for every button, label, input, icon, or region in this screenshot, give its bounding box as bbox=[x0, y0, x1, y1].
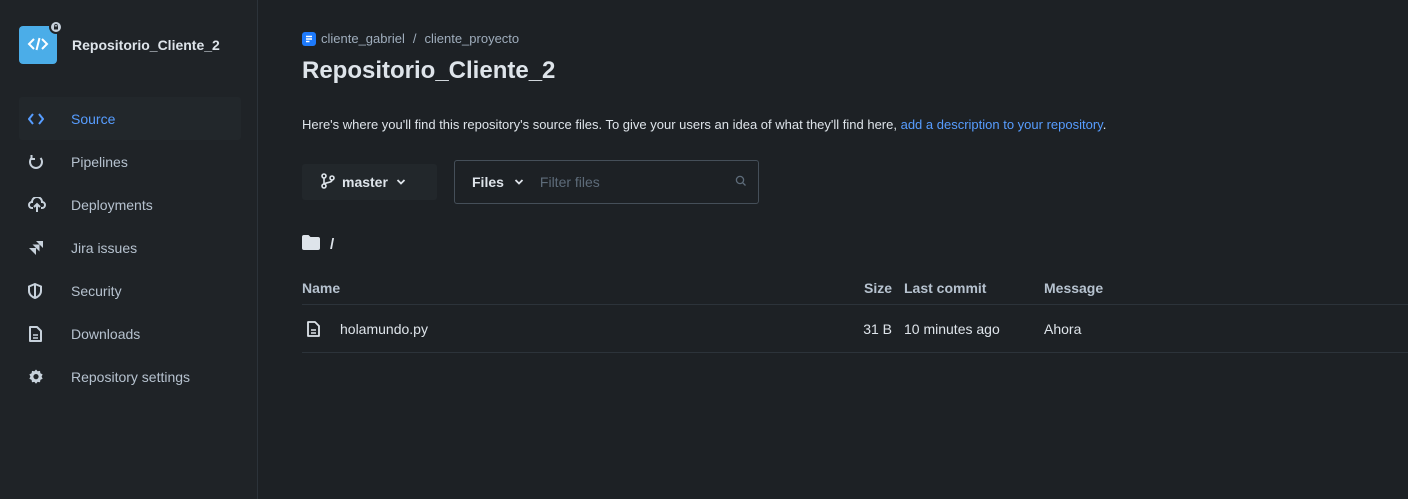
repo-name[interactable]: Repositorio_Cliente_2 bbox=[72, 37, 220, 53]
repo-header[interactable]: Repositorio_Cliente_2 bbox=[19, 20, 220, 64]
column-header-name[interactable]: Name bbox=[302, 280, 842, 296]
column-header-last-commit[interactable]: Last commit bbox=[904, 280, 1044, 296]
current-path[interactable]: / bbox=[330, 236, 334, 253]
sidebar-item-deployments[interactable]: Deployments bbox=[19, 183, 241, 226]
sidebar-item-label: Pipelines bbox=[71, 153, 128, 170]
project-icon bbox=[302, 31, 316, 46]
table-header: Name Size Last commit Message bbox=[302, 271, 1408, 305]
sidebar-item-label: Source bbox=[71, 110, 116, 127]
chevron-down-icon bbox=[396, 179, 406, 185]
file-icon bbox=[306, 320, 320, 337]
file-size: 31 B bbox=[863, 320, 892, 337]
shield-icon bbox=[19, 282, 51, 299]
code-brackets-icon bbox=[27, 37, 49, 54]
search-icon[interactable] bbox=[735, 175, 747, 187]
repo-description: Here's where you'll find this repository… bbox=[302, 117, 1106, 132]
file-table: Name Size Last commit Message holamundo.… bbox=[302, 271, 1408, 353]
code-icon bbox=[19, 112, 51, 125]
file-filter: Files bbox=[454, 160, 759, 204]
sidebar-item-repository-settings[interactable]: Repository settings bbox=[19, 355, 241, 398]
file-last-commit: 10 minutes ago bbox=[904, 320, 1000, 337]
sidebar: Repositorio_Cliente_2 Source Pipelines D… bbox=[0, 0, 258, 499]
gear-icon bbox=[19, 369, 51, 385]
sidebar-item-security[interactable]: Security bbox=[19, 269, 241, 312]
files-dropdown[interactable]: Files bbox=[455, 174, 524, 190]
breadcrumb-workspace-link[interactable]: cliente_gabriel bbox=[321, 31, 405, 46]
column-header-message[interactable]: Message bbox=[1044, 280, 1408, 296]
file-commit-message: Ahora bbox=[1044, 320, 1082, 337]
file-name-cell: holamundo.py bbox=[302, 321, 842, 337]
cloud-upload-icon bbox=[19, 196, 51, 213]
sidebar-item-label: Jira issues bbox=[71, 239, 138, 256]
jira-icon bbox=[19, 240, 51, 256]
add-description-link[interactable]: add a description to your repository bbox=[901, 117, 1103, 132]
sidebar-item-jira-issues[interactable]: Jira issues bbox=[19, 226, 241, 269]
chevron-down-icon bbox=[514, 179, 524, 185]
pipelines-icon bbox=[19, 154, 51, 170]
table-row[interactable]: holamundo.py 31 B 10 minutes ago Ahora bbox=[302, 305, 1408, 353]
sidebar-item-downloads[interactable]: Downloads bbox=[19, 312, 241, 355]
description-end: . bbox=[1102, 117, 1107, 132]
branch-icon bbox=[320, 172, 336, 192]
filter-files-input[interactable] bbox=[537, 173, 712, 191]
repo-avatar[interactable] bbox=[19, 20, 63, 64]
breadcrumb: cliente_gabriel / cliente_proyecto bbox=[302, 31, 519, 46]
sidebar-nav: Source Pipelines Deployments Jira issues… bbox=[19, 97, 241, 398]
description-text: Here's where you'll find this repository… bbox=[302, 117, 901, 132]
page-title: Repositorio_Cliente_2 bbox=[302, 57, 556, 84]
files-dropdown-label: Files bbox=[472, 174, 504, 190]
sidebar-item-pipelines[interactable]: Pipelines bbox=[19, 140, 241, 183]
lock-icon bbox=[49, 20, 63, 34]
column-header-size[interactable]: Size bbox=[842, 280, 904, 296]
sidebar-item-label: Downloads bbox=[71, 325, 141, 342]
branch-name: master bbox=[342, 174, 388, 190]
folder-icon bbox=[302, 235, 320, 254]
sidebar-item-label: Deployments bbox=[71, 196, 153, 213]
sidebar-item-source[interactable]: Source bbox=[19, 97, 241, 140]
path-breadcrumb: / bbox=[302, 235, 334, 254]
file-icon bbox=[19, 325, 51, 342]
sidebar-item-label: Repository settings bbox=[71, 368, 191, 385]
branch-selector[interactable]: master bbox=[302, 164, 437, 200]
breadcrumb-separator: / bbox=[412, 31, 417, 46]
file-name-link[interactable]: holamundo.py bbox=[340, 321, 428, 337]
breadcrumb-project-link[interactable]: cliente_proyecto bbox=[424, 31, 519, 46]
sidebar-item-label: Security bbox=[71, 282, 122, 299]
